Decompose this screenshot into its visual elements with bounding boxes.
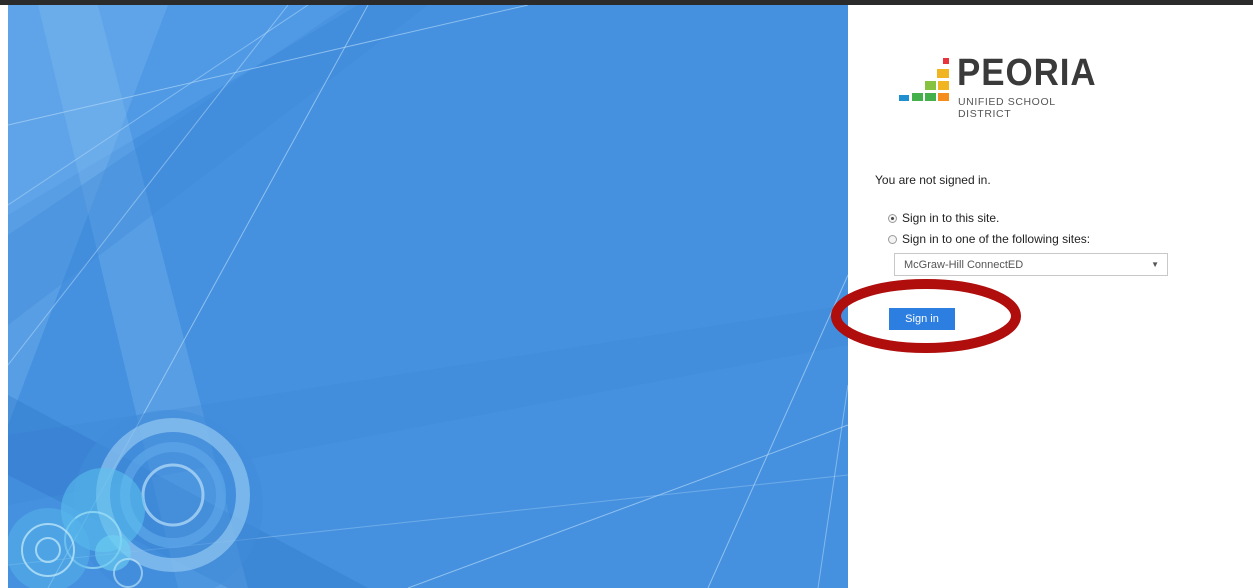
radio-button-checked[interactable] [888,213,897,223]
radio-button-unchecked[interactable] [888,234,897,244]
site-select-dropdown[interactable]: McGraw-Hill ConnectED ▼ [894,253,1168,276]
red-circle-annotation [831,279,1021,353]
background-art-panel [8,5,848,588]
radio-sign-in-other-site[interactable]: Sign in to one of the following sites: [888,232,1090,246]
peoria-usd-logo: PEORIA UNIFIED SCHOOL DISTRICT [899,52,1099,120]
logo-squares-icon [899,58,949,101]
left-margin [0,5,8,588]
abstract-background-art [8,5,848,588]
radio-label-this-site: Sign in to this site. [902,211,1000,225]
logo-title: PEORIA [957,52,1097,94]
chevron-down-icon: ▼ [1151,260,1159,269]
radio-sign-in-this-site[interactable]: Sign in to this site. [888,211,999,225]
radio-label-other-sites: Sign in to one of the following sites: [902,232,1091,246]
site-select-value: McGraw-Hill ConnectED [904,258,1024,271]
signin-status-text: You are not signed in. [875,173,991,187]
logo-subtitle: UNIFIED SCHOOL DISTRICT [958,96,1056,120]
